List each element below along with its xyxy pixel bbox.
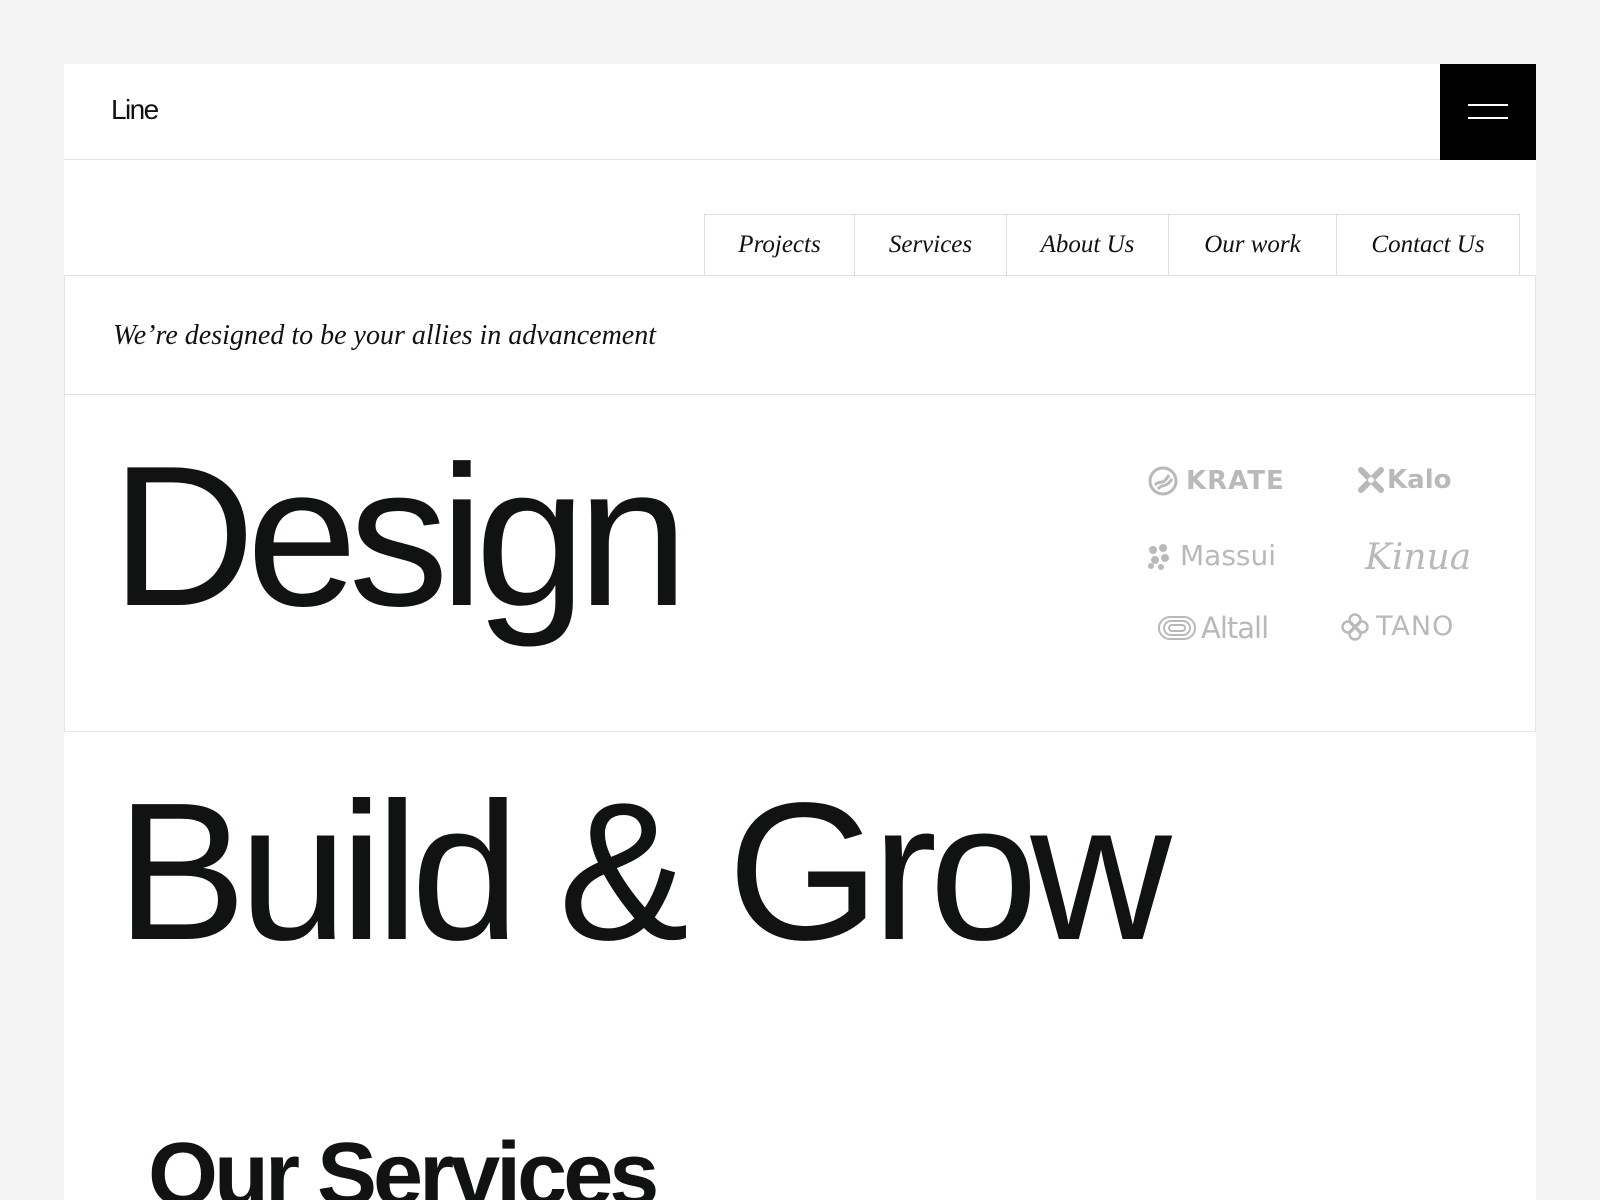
site-header: Line (64, 64, 1536, 160)
partner-logo-tano: TANO (1341, 611, 1454, 642)
partner-logo-altall: Altall (1157, 611, 1269, 645)
massui-logo-icon (1145, 542, 1173, 570)
partner-name: Kalo (1387, 465, 1452, 495)
partner-logo-krate: KRATE (1147, 465, 1285, 497)
nav-item-contact-us[interactable]: Contact Us (1337, 215, 1519, 275)
tano-logo-icon (1341, 612, 1369, 641)
partner-logo-kalo: Kalo (1357, 465, 1451, 495)
tagline-text: We’re designed to be your allies in adva… (113, 320, 657, 351)
nav-item-projects[interactable]: Projects (705, 215, 855, 275)
partner-name: Kinua (1365, 537, 1472, 578)
brand-logo[interactable]: Line (111, 96, 159, 124)
partner-name: Altall (1201, 611, 1269, 645)
hero-heading-build-grow: Build & Grow (116, 762, 1172, 981)
krate-logo-icon (1147, 465, 1179, 497)
nav-item-services[interactable]: Services (855, 215, 1007, 275)
kalo-logo-icon (1357, 466, 1385, 494)
partner-name: Massui (1180, 539, 1277, 572)
partner-logos: KRATE Kalo Massui Kinua Altall TANO (1065, 465, 1471, 695)
nav-item-our-work[interactable]: Our work (1169, 215, 1337, 275)
page: Line Projects Services About Us Our work… (64, 64, 1536, 1200)
nav-item-about-us[interactable]: About Us (1007, 215, 1169, 275)
services-section-title: Our Services (148, 1125, 659, 1200)
partner-logo-massui: Massui (1145, 539, 1276, 572)
altall-logo-icon (1157, 614, 1197, 642)
partner-logo-kinua: Kinua (1365, 537, 1471, 578)
hero-heading-design: Design (111, 425, 689, 648)
partner-name: KRATE (1186, 466, 1285, 496)
tagline-section: We’re designed to be your allies in adva… (64, 275, 1536, 395)
menu-button[interactable] (1440, 64, 1536, 160)
main-nav: Projects Services About Us Our work Cont… (704, 214, 1520, 275)
partner-name: TANO (1376, 611, 1455, 642)
design-section: Design KRATE Kalo Massui Kinua Altall TA… (64, 395, 1536, 732)
